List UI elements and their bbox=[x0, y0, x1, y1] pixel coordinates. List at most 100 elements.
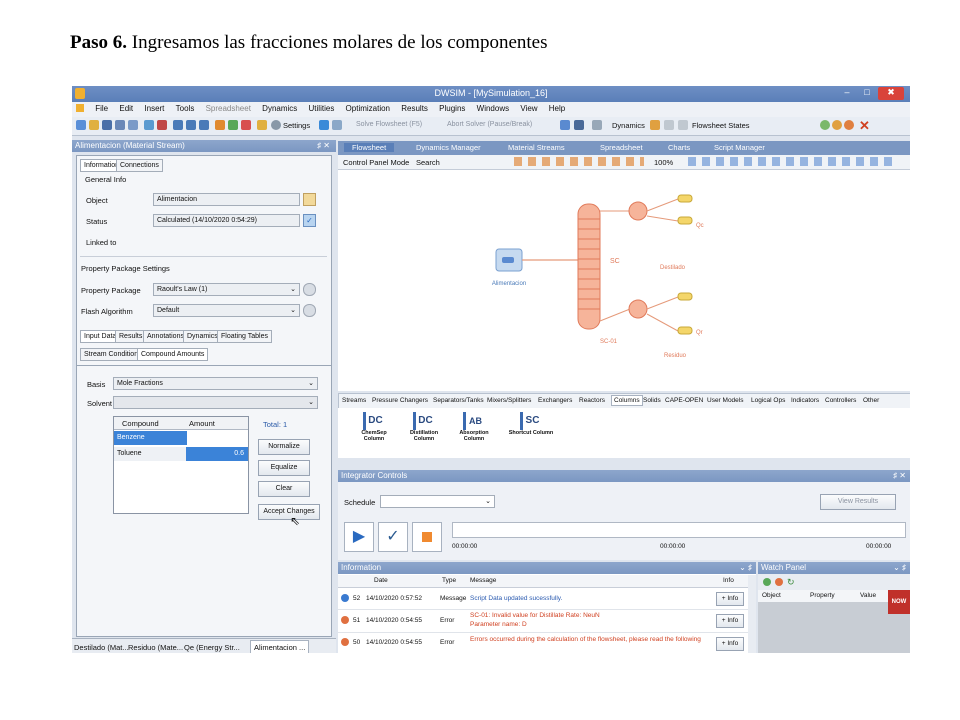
palette-tab-exchangers[interactable]: Exchangers bbox=[538, 397, 572, 404]
menu-edit[interactable]: Edit bbox=[119, 104, 133, 113]
tab-annotations[interactable]: Annotations bbox=[143, 330, 188, 343]
table-row[interactable]: Toluene 0.6 bbox=[114, 447, 248, 461]
tab-stream-conditions[interactable]: Stream Conditions bbox=[80, 348, 146, 361]
tab-script-manager[interactable]: Script Manager bbox=[714, 143, 765, 152]
close-doc-icon[interactable]: ✕ bbox=[859, 118, 870, 134]
new-file-icon[interactable] bbox=[76, 120, 86, 130]
compound-icon[interactable] bbox=[215, 120, 225, 130]
palette-tab-reactors[interactable]: Reactors bbox=[579, 397, 605, 404]
menu-utilities[interactable]: Utilities bbox=[309, 104, 335, 113]
menu-results[interactable]: Results bbox=[401, 104, 428, 113]
table-row[interactable]: 50 14/10/2020 0:54:55 Error Errors occur… bbox=[338, 633, 748, 653]
solve-flowsheet-button[interactable]: Solve Flowsheet (F5) bbox=[356, 121, 422, 128]
palette-tab-logical-ops[interactable]: Logical Ops bbox=[751, 397, 785, 404]
flowsheet-view-icons[interactable] bbox=[688, 157, 898, 166]
remove-watch-icon[interactable] bbox=[775, 578, 783, 586]
menu-tools[interactable]: Tools bbox=[176, 104, 195, 113]
menu-optimization[interactable]: Optimization bbox=[346, 104, 390, 113]
basis-select[interactable]: Mole Fractions ⌄ bbox=[113, 377, 318, 390]
clear-button[interactable]: Clear bbox=[258, 481, 310, 497]
pp-gear-icon[interactable] bbox=[303, 283, 316, 296]
palette-tab-solids[interactable]: Solids bbox=[643, 397, 661, 404]
menu-dynamics[interactable]: Dynamics bbox=[262, 104, 297, 113]
menu-plugins[interactable]: Plugins bbox=[439, 104, 465, 113]
tab-spreadsheet[interactable]: Spreadsheet bbox=[600, 143, 643, 152]
print-icon[interactable] bbox=[128, 120, 138, 130]
tab-dynamics-manager[interactable]: Dynamics Manager bbox=[416, 143, 481, 152]
palette-tab-other[interactable]: Other bbox=[863, 397, 879, 404]
menu-file[interactable]: File bbox=[95, 104, 108, 113]
tab-results[interactable]: Results bbox=[115, 330, 147, 343]
script-icon[interactable] bbox=[257, 120, 267, 130]
distillate-stream-icon[interactable] bbox=[677, 194, 693, 203]
schedule-select[interactable]: ⌄ bbox=[380, 495, 495, 508]
palette-tab-streams[interactable]: Streams bbox=[342, 397, 366, 404]
table-row[interactable]: 52 14/10/2020 0:57:52 Message Script Dat… bbox=[338, 589, 748, 610]
menu-help[interactable]: Help bbox=[549, 104, 565, 113]
menu-insert[interactable]: Insert bbox=[144, 104, 164, 113]
zoom-level[interactable]: 100% bbox=[654, 158, 673, 167]
shortcut-column-item[interactable]: SC Shortcut Column bbox=[506, 412, 556, 456]
history-icon[interactable] bbox=[678, 120, 688, 130]
palette-tab-columns[interactable]: Columns bbox=[611, 395, 643, 406]
panel-pin-icon[interactable]: ⌄ ♯ bbox=[739, 562, 752, 574]
solve-icon[interactable] bbox=[319, 120, 329, 130]
gear-icon[interactable] bbox=[271, 120, 281, 130]
amount-cell[interactable] bbox=[186, 431, 248, 445]
search-label[interactable]: Search bbox=[416, 158, 440, 167]
tile-icon[interactable] bbox=[199, 120, 209, 130]
states-icon[interactable] bbox=[664, 120, 674, 130]
tab-dynamics[interactable]: Dynamics bbox=[183, 330, 222, 343]
add-watch-icon[interactable] bbox=[763, 578, 771, 586]
chemsep-column-item[interactable]: DC ChemSep Column bbox=[354, 412, 394, 456]
help-icon[interactable] bbox=[157, 120, 167, 130]
column-shell[interactable] bbox=[577, 203, 601, 330]
doc-tab-alimentacion[interactable]: Alimentacion ... bbox=[250, 640, 310, 653]
reboiler-icon[interactable] bbox=[628, 299, 648, 319]
doc-tab-qe[interactable]: Qe (Energy Str... bbox=[184, 643, 240, 652]
table-row[interactable]: Benzene bbox=[114, 431, 248, 445]
refresh-icon[interactable]: ↻ bbox=[787, 577, 795, 588]
panel-pin-icon[interactable]: ⌄ ♯ bbox=[893, 562, 906, 574]
tab-compound-amounts[interactable]: Compound Amounts bbox=[137, 348, 209, 361]
view-results-button[interactable]: View Results bbox=[820, 494, 896, 510]
play-icon[interactable]: ▶ bbox=[344, 522, 374, 552]
normalize-button[interactable]: Normalize bbox=[258, 439, 310, 455]
qc-energy-icon[interactable] bbox=[677, 216, 693, 225]
more-info-button[interactable]: + Info bbox=[716, 637, 744, 651]
dynamics-toggle-icon[interactable] bbox=[560, 120, 570, 130]
menu-windows[interactable]: Windows bbox=[477, 104, 509, 113]
more-info-button[interactable]: + Info bbox=[716, 592, 744, 606]
flowsheet-canvas[interactable]: Control Panel Mode Search 100% Alimentac… bbox=[338, 155, 910, 391]
palette-tab-controllers[interactable]: Controllers bbox=[825, 397, 856, 404]
doc-tab-residuo[interactable]: Residuo (Mate... bbox=[128, 643, 183, 652]
tab-flowsheet[interactable]: Flowsheet bbox=[344, 143, 395, 152]
abort-solver-button[interactable]: Abort Solver (Pause/Break) bbox=[447, 121, 532, 128]
palette-tab-mixers[interactable]: Mixers/Splitters bbox=[487, 397, 531, 404]
flash-gear-icon[interactable] bbox=[303, 304, 316, 317]
app-menu-icon[interactable] bbox=[76, 104, 84, 112]
distillation-column-item[interactable]: DC Distillation Column bbox=[404, 412, 444, 456]
control-panel-mode-label[interactable]: Control Panel Mode bbox=[343, 158, 409, 167]
flowsheet-tools-icons[interactable] bbox=[514, 157, 644, 166]
property-package-select[interactable]: Raoult's Law (1) ⌄ bbox=[153, 283, 300, 296]
copy-icon[interactable] bbox=[144, 120, 154, 130]
absorption-column-item[interactable]: AB Absorption Column bbox=[454, 412, 494, 456]
palette-tab-user-models[interactable]: User Models bbox=[707, 397, 743, 404]
close-button[interactable]: ✖ bbox=[878, 87, 904, 100]
panel-pin-close-icon[interactable]: ♯ ✕ bbox=[317, 140, 330, 152]
equalize-button[interactable]: Equalize bbox=[258, 460, 310, 476]
menu-spreadsheet[interactable]: Spreadsheet bbox=[206, 104, 251, 113]
settings-button[interactable]: Settings bbox=[283, 121, 310, 130]
palette-tab-indicators[interactable]: Indicators bbox=[791, 397, 819, 404]
minimize-button[interactable]: – bbox=[838, 87, 856, 100]
units-icon[interactable] bbox=[241, 120, 251, 130]
doc-tab-destilado[interactable]: Destilado (Mat... bbox=[74, 643, 129, 652]
solver-mode-icon[interactable] bbox=[332, 120, 342, 130]
tab-connections[interactable]: Connections bbox=[116, 159, 163, 172]
save-as-icon[interactable] bbox=[115, 120, 125, 130]
lock-icon[interactable] bbox=[303, 193, 316, 206]
table-row[interactable]: 51 14/10/2020 0:54:55 Error SC-01: Inval… bbox=[338, 610, 748, 633]
stop-icon[interactable] bbox=[412, 522, 442, 552]
palette-tab-separators[interactable]: Separators/Tanks bbox=[433, 397, 484, 404]
